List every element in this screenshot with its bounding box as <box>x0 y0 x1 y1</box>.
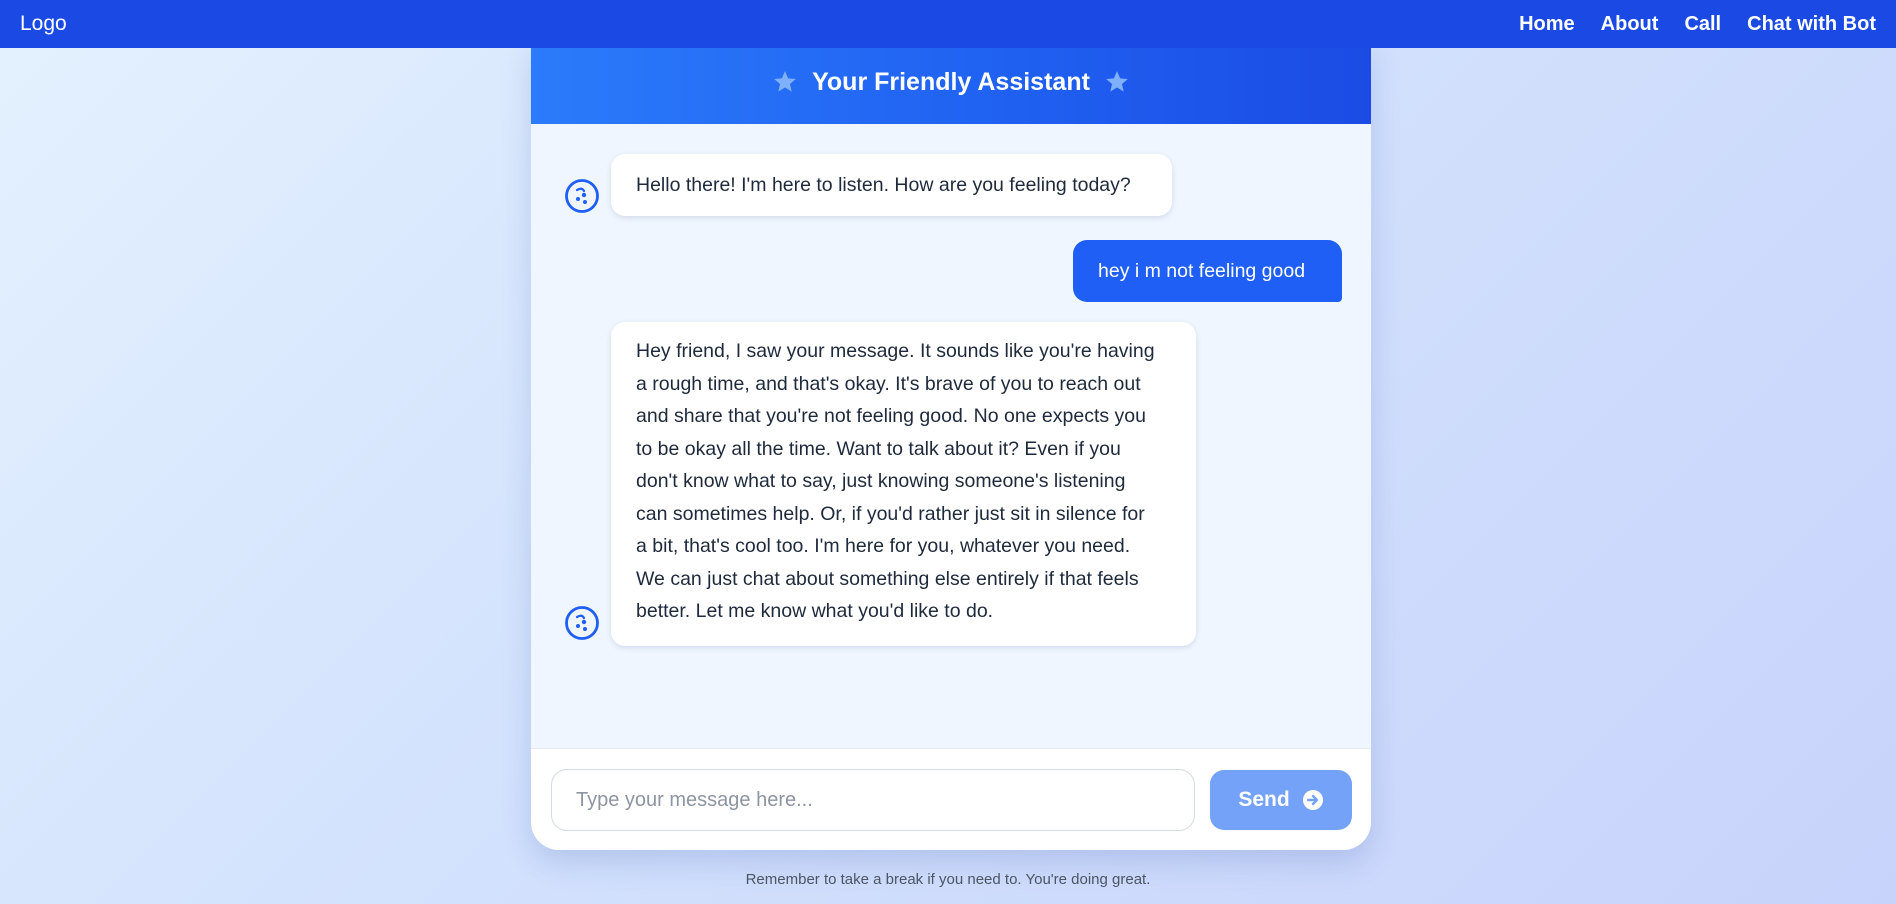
send-button[interactable]: Send <box>1210 770 1352 830</box>
message-line: We can just chat about something else en… <box>636 567 1139 590</box>
message-line: can sometimes help. Or, if you'd rather … <box>636 502 1145 525</box>
chat-title: Your Friendly Assistant <box>812 67 1090 96</box>
input-area: Send <box>531 748 1371 850</box>
footer-note: Remember to take a break if you need to.… <box>745 871 1151 888</box>
message-line: Hey friend, I saw your message. It sound… <box>636 340 1155 362</box>
nav-links: Home About Call Chat with Bot <box>1519 13 1876 36</box>
message-input[interactable] <box>551 769 1195 831</box>
user-message: hey i m not feeling good <box>1073 240 1342 302</box>
bot-message: Hey friend, I saw your message. It sound… <box>611 322 1196 646</box>
nav-link-chat-with-bot[interactable]: Chat with Bot <box>1747 13 1876 36</box>
message-line: a bit, that's cool too. I'm here for you… <box>636 535 1131 557</box>
message-line: don't know what to say, just knowing som… <box>636 470 1126 492</box>
logo[interactable]: Logo <box>20 12 67 36</box>
nav-link-about[interactable]: About <box>1601 13 1659 36</box>
star-icon <box>1106 71 1128 92</box>
nav-link-home[interactable]: Home <box>1519 13 1575 36</box>
bot-face-icon <box>565 606 599 640</box>
chat-card: Your Friendly Assistant Hello there! I'm… <box>531 40 1371 850</box>
message-line: a rough time, and that's okay. It's brav… <box>636 372 1141 395</box>
bot-face-icon <box>565 179 599 213</box>
bot-message: Hello there! I'm here to listen. How are… <box>611 154 1172 216</box>
top-navbar: Logo Home About Call Chat with Bot <box>0 0 1896 48</box>
nav-link-call[interactable]: Call <box>1684 13 1721 36</box>
message-line: better. Let me know what you'd like to d… <box>636 600 994 622</box>
send-label: Send <box>1238 788 1290 811</box>
message-list: Hello there! I'm here to listen. How are… <box>531 124 1371 748</box>
message-line: and share that you're not feeling good. … <box>636 405 1146 427</box>
star-icon <box>774 71 796 92</box>
chat-header: Your Friendly Assistant <box>531 40 1371 124</box>
arrow-circle-right-icon <box>1302 790 1323 810</box>
message-line: to be okay all the time. Want to talk ab… <box>636 437 1121 460</box>
